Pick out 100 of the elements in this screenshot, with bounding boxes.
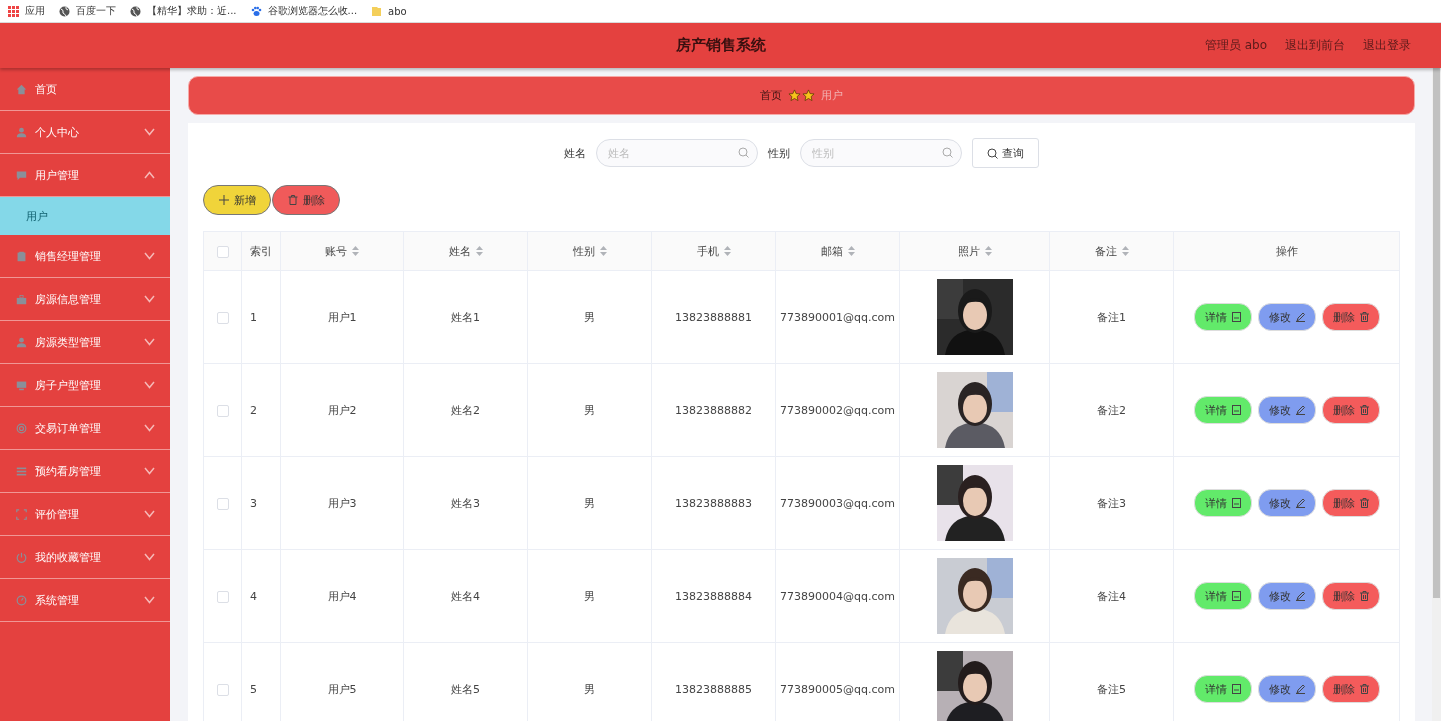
- document-icon: [1231, 405, 1241, 415]
- bookmark-link[interactable]: 【精华】求助：近...: [147, 4, 237, 18]
- paw-icon: [250, 5, 262, 17]
- checkbox[interactable]: [216, 497, 229, 510]
- table-cell: 773890001@qq.com: [780, 310, 895, 324]
- table-cell: 备注5: [1097, 682, 1126, 696]
- sort-icon[interactable]: [599, 246, 607, 256]
- edit-button[interactable]: 修改: [1257, 396, 1316, 424]
- bookmark-link[interactable]: 应用: [25, 4, 45, 18]
- table-cell: 用户5: [327, 682, 357, 696]
- checkbox[interactable]: [216, 683, 229, 696]
- table-cell: 备注2: [1097, 403, 1126, 417]
- checkbox[interactable]: [216, 245, 229, 258]
- table-cell: 男: [584, 682, 595, 696]
- sort-icon[interactable]: [984, 246, 992, 256]
- detail-button[interactable]: 详情: [1193, 303, 1252, 331]
- apps-icon: [8, 5, 19, 17]
- column-header[interactable]: 手机: [696, 243, 719, 259]
- table-cell: 13823888882: [675, 403, 752, 417]
- pencil-icon: [1295, 498, 1305, 508]
- sort-icon[interactable]: [352, 246, 359, 256]
- table-cell: 1: [250, 310, 257, 324]
- plus-icon: [218, 195, 229, 205]
- table-cell: 13823888881: [675, 310, 752, 324]
- table-cell: 用户2: [327, 403, 357, 417]
- delete-button[interactable]: 删除: [1321, 582, 1380, 610]
- add-button[interactable]: 新增: [203, 185, 271, 215]
- trash-icon: [1359, 684, 1369, 694]
- list-icon: [16, 465, 27, 477]
- table-cell: 13823888884: [675, 589, 752, 603]
- column-header[interactable]: 照片: [957, 243, 980, 259]
- trash-icon: [1359, 312, 1369, 322]
- checkbox[interactable]: [216, 404, 229, 417]
- document-icon: [1231, 498, 1241, 508]
- scrollbar[interactable]: [1432, 68, 1441, 721]
- table-cell: 3: [250, 496, 257, 510]
- edit-button[interactable]: 修改: [1257, 582, 1316, 610]
- star-icon: [802, 89, 815, 102]
- bookmark-link[interactable]: 百度一下: [76, 4, 116, 18]
- delete-button[interactable]: 删除: [1321, 675, 1380, 703]
- edit-button[interactable]: 修改: [1257, 675, 1316, 703]
- table-cell: 姓名3: [451, 496, 480, 510]
- header-link[interactable]: 退出登录: [1363, 37, 1411, 54]
- column-header[interactable]: 邮箱: [820, 243, 843, 259]
- sort-icon[interactable]: [1121, 246, 1129, 256]
- search-button[interactable]: 查询: [972, 138, 1039, 168]
- search-icon: [987, 147, 998, 159]
- delete-button[interactable]: 删除: [1321, 396, 1380, 424]
- header-link[interactable]: 管理员 abo: [1204, 37, 1267, 54]
- monitor-icon: [16, 379, 27, 391]
- header-link[interactable]: 退出到前台: [1285, 37, 1345, 54]
- checkbox[interactable]: [216, 590, 229, 603]
- detail-button[interactable]: 详情: [1193, 582, 1252, 610]
- sidebar-subitem[interactable]: 用户: [0, 197, 170, 235]
- column-header[interactable]: 账号: [325, 243, 347, 259]
- delete-button[interactable]: 删除: [272, 185, 340, 215]
- home-icon: [16, 83, 27, 95]
- search-field[interactable]: 姓名: [596, 139, 758, 167]
- gauge-icon: [16, 594, 27, 606]
- column-header[interactable]: 备注: [1094, 243, 1117, 259]
- bookmark-link[interactable]: abo: [388, 5, 407, 17]
- sort-icon[interactable]: [847, 246, 855, 256]
- pencil-icon: [1295, 405, 1305, 415]
- delete-button[interactable]: 删除: [1321, 303, 1380, 331]
- table-cell: 姓名5: [451, 682, 480, 696]
- globe-icon: [130, 5, 141, 17]
- clipboard-icon: [16, 250, 27, 262]
- breadcrumb-item[interactable]: 首页: [760, 88, 782, 103]
- delete-button[interactable]: 删除: [1321, 489, 1380, 517]
- table-cell: 773890005@qq.com: [780, 682, 895, 696]
- bookmark-link[interactable]: 谷歌浏览器怎么收...: [267, 4, 358, 18]
- ring-icon: [16, 422, 27, 434]
- table-cell: 用户4: [327, 589, 357, 603]
- table-cell: 13823888885: [675, 682, 752, 696]
- edit-button[interactable]: 修改: [1257, 303, 1316, 331]
- sort-icon[interactable]: [723, 246, 731, 256]
- trash-icon: [1359, 591, 1369, 601]
- edit-button[interactable]: 修改: [1257, 489, 1316, 517]
- person-icon: [16, 126, 27, 138]
- search-icon: [942, 147, 953, 158]
- app-title: 房产销售系统: [675, 36, 766, 55]
- column-header[interactable]: 性别: [572, 243, 595, 259]
- table-cell: 男: [584, 589, 595, 603]
- column-header: 索引: [250, 243, 272, 259]
- pencil-icon: [1295, 591, 1305, 601]
- table-cell: 4: [250, 589, 257, 603]
- column-header[interactable]: 姓名: [448, 243, 471, 259]
- trash-icon: [287, 195, 298, 205]
- column-header: 操作: [1275, 243, 1298, 259]
- sort-icon[interactable]: [475, 246, 483, 256]
- table-cell: 男: [584, 496, 595, 510]
- search-icon: [738, 147, 749, 158]
- detail-button[interactable]: 详情: [1193, 396, 1252, 424]
- table-cell: 773890003@qq.com: [780, 496, 895, 510]
- pencil-icon: [1295, 312, 1305, 322]
- detail-button[interactable]: 详情: [1193, 675, 1252, 703]
- table-cell: 男: [584, 403, 595, 417]
- detail-button[interactable]: 详情: [1193, 489, 1252, 517]
- checkbox[interactable]: [216, 311, 229, 324]
- table-cell: 2: [250, 403, 257, 417]
